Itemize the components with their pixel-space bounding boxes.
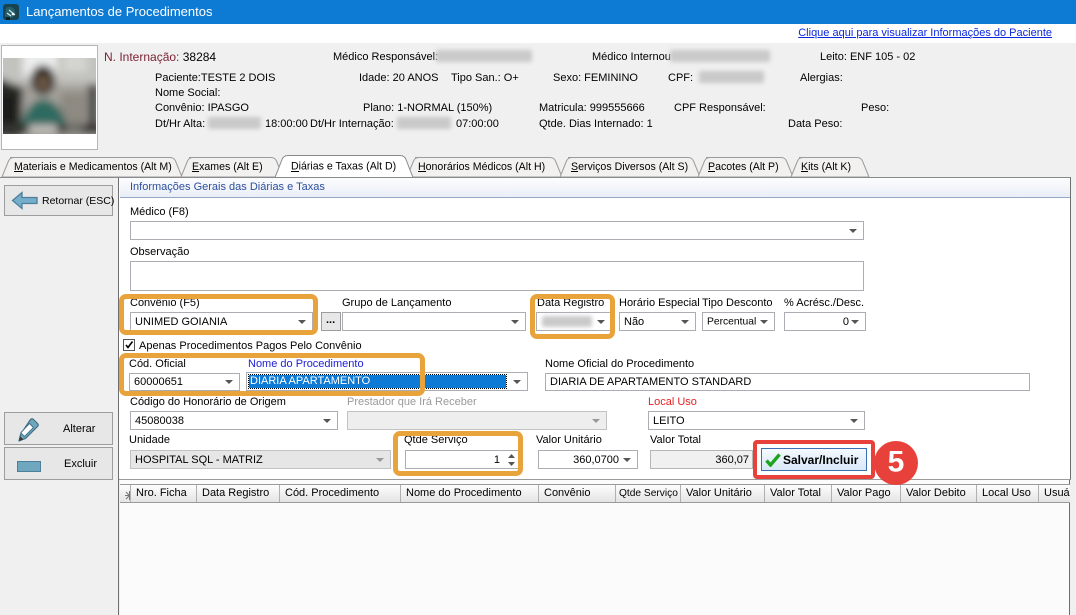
svg-text:Pacotes (Alt P): Pacotes (Alt P) (708, 161, 779, 173)
svg-text:Exames (Alt E): Exames (Alt E) (192, 161, 263, 173)
svg-text:Kits (Alt K): Kits (Alt K) (801, 161, 851, 173)
svg-text:Diárias e Taxas (Alt D): Diárias e Taxas (Alt D) (291, 161, 396, 173)
svg-text:Serviços Diversos (Alt S): Serviços Diversos (Alt S) (571, 161, 688, 173)
svg-text:Materiais e Medicamentos (Alt: Materiais e Medicamentos (Alt M) (14, 161, 172, 173)
svg-text:Honorários Médicos (Alt H): Honorários Médicos (Alt H) (418, 161, 545, 173)
